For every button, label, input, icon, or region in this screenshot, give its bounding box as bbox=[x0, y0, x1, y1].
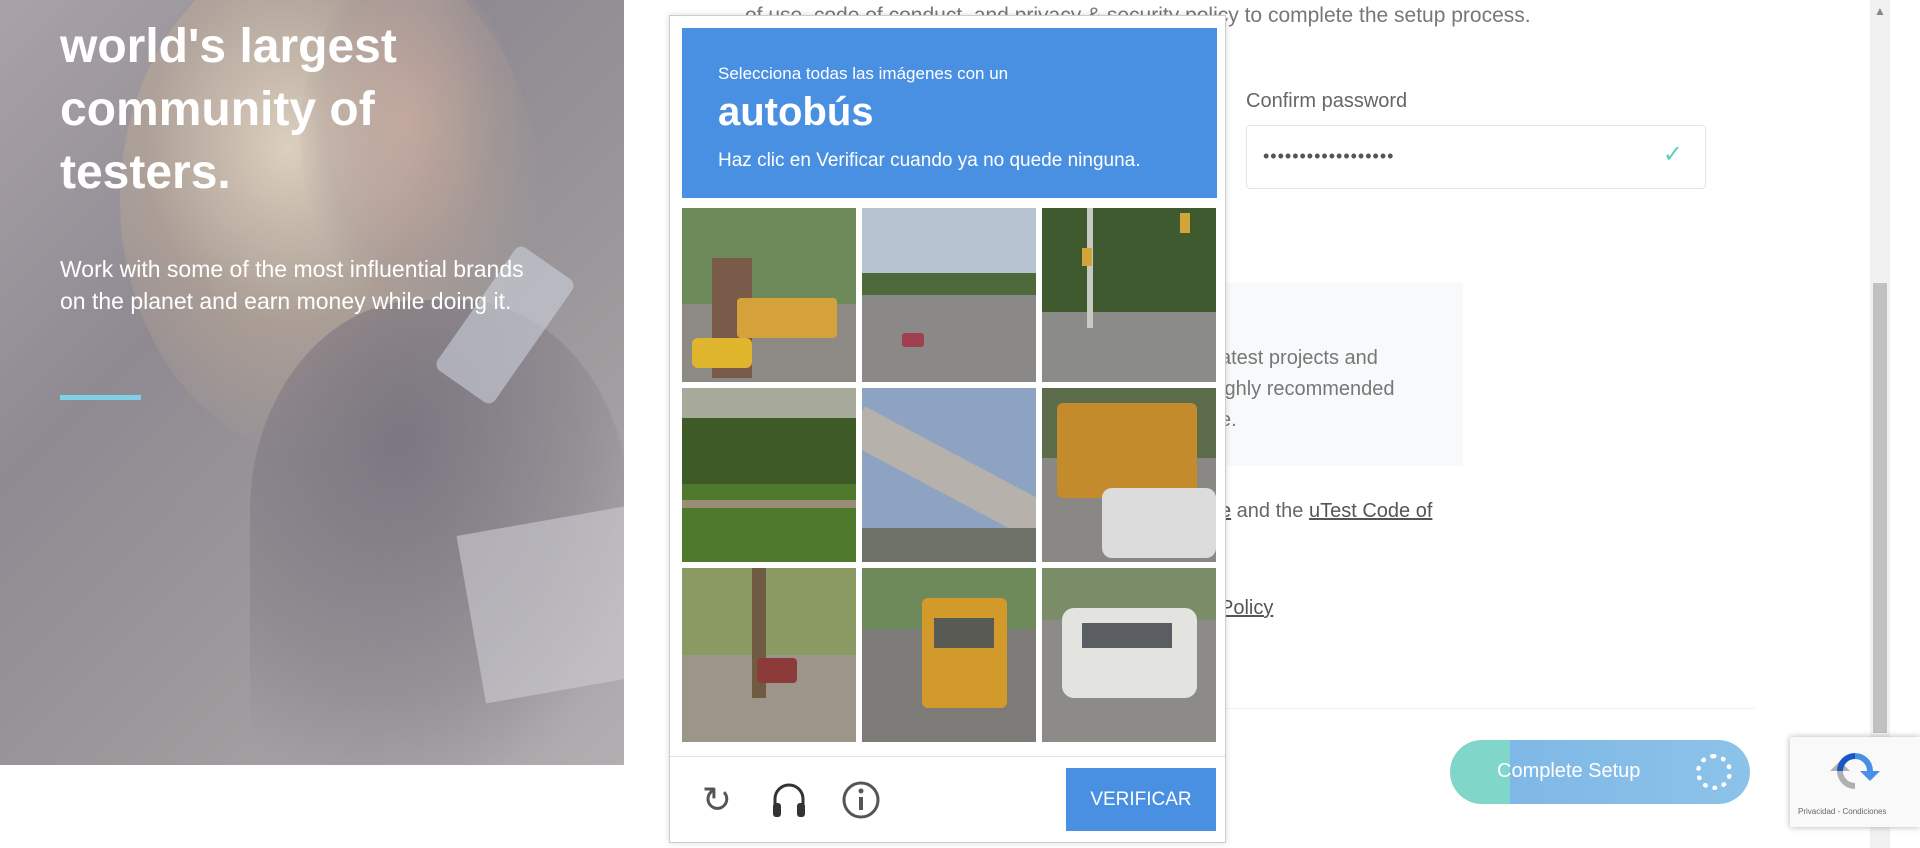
captcha-header: Selecciona todas las imágenes con un aut… bbox=[682, 28, 1217, 198]
hero-subtitle: Work with some of the most influential b… bbox=[60, 256, 524, 314]
hero-panel: Welcome to the world's largest community… bbox=[0, 0, 624, 765]
captcha-target: autobús bbox=[718, 90, 874, 134]
captcha-grid bbox=[682, 208, 1217, 743]
recaptcha-badge[interactable]: Privacidad - Condiciones bbox=[1790, 737, 1920, 827]
captcha-challenge: Selecciona todas las imágenes con un aut… bbox=[669, 15, 1226, 843]
reload-icon[interactable]: ↻ bbox=[696, 779, 738, 821]
hero-photo-paper bbox=[456, 506, 624, 704]
captcha-tile-4[interactable] bbox=[682, 388, 856, 562]
recaptcha-privacy-text[interactable]: Privacidad - Condiciones bbox=[1798, 807, 1887, 816]
complete-setup-button[interactable]: Complete Setup bbox=[1450, 740, 1750, 804]
loading-spinner-icon bbox=[1696, 754, 1732, 790]
info-text: atest projects and ighly recommended e. bbox=[1220, 343, 1395, 436]
recaptcha-logo-icon bbox=[1830, 753, 1880, 789]
terms-text: e and the uTest Code of bbox=[1220, 500, 1432, 523]
captcha-tile-6[interactable] bbox=[1042, 388, 1216, 562]
captcha-tile-1[interactable] bbox=[682, 208, 856, 382]
policy-link[interactable]: Policy bbox=[1220, 597, 1273, 619]
confirm-password-label: Confirm password bbox=[1246, 90, 1408, 112]
captcha-hint: Haz clic en Verificar cuando ya no quede… bbox=[718, 150, 1141, 171]
info-line: atest projects and bbox=[1220, 347, 1378, 369]
captcha-tile-8[interactable] bbox=[862, 568, 1036, 742]
captcha-tile-5[interactable] bbox=[862, 388, 1036, 562]
policy-text: Policy bbox=[1220, 597, 1273, 620]
info-line: ighly recommended bbox=[1220, 378, 1395, 400]
check-icon: ✓ bbox=[1662, 141, 1683, 168]
info-icon[interactable] bbox=[840, 779, 882, 821]
code-of-conduct-link[interactable]: uTest Code of bbox=[1309, 500, 1432, 522]
terms-and: and the bbox=[1231, 500, 1309, 522]
captcha-instruction: Selecciona todas las imágenes con un bbox=[718, 64, 1009, 83]
scrollbar-thumb[interactable] bbox=[1873, 283, 1887, 733]
captcha-tile-3[interactable] bbox=[1042, 208, 1216, 382]
complete-setup-label: Complete Setup bbox=[1497, 760, 1641, 782]
hero-accent-bar bbox=[60, 395, 141, 400]
captcha-tile-9[interactable] bbox=[1042, 568, 1216, 742]
info-line: e. bbox=[1220, 409, 1237, 431]
verify-button[interactable]: VERIFICAR bbox=[1066, 768, 1216, 831]
audio-challenge-icon[interactable] bbox=[768, 779, 810, 821]
confirm-password-value: •••••••••••••••••• bbox=[1263, 146, 1395, 166]
page: Welcome to the world's largest community… bbox=[0, 0, 1920, 848]
captcha-tile-7[interactable] bbox=[682, 568, 856, 742]
hero-title: Welcome to the world's largest community… bbox=[60, 0, 414, 199]
confirm-password-field[interactable]: •••••••••••••••••• ✓ bbox=[1246, 125, 1706, 189]
scrollbar[interactable]: ▲ bbox=[1870, 0, 1890, 848]
scroll-up-arrow-icon[interactable]: ▲ bbox=[1874, 4, 1886, 18]
divider bbox=[1170, 708, 1755, 709]
captcha-tile-2[interactable] bbox=[862, 208, 1036, 382]
